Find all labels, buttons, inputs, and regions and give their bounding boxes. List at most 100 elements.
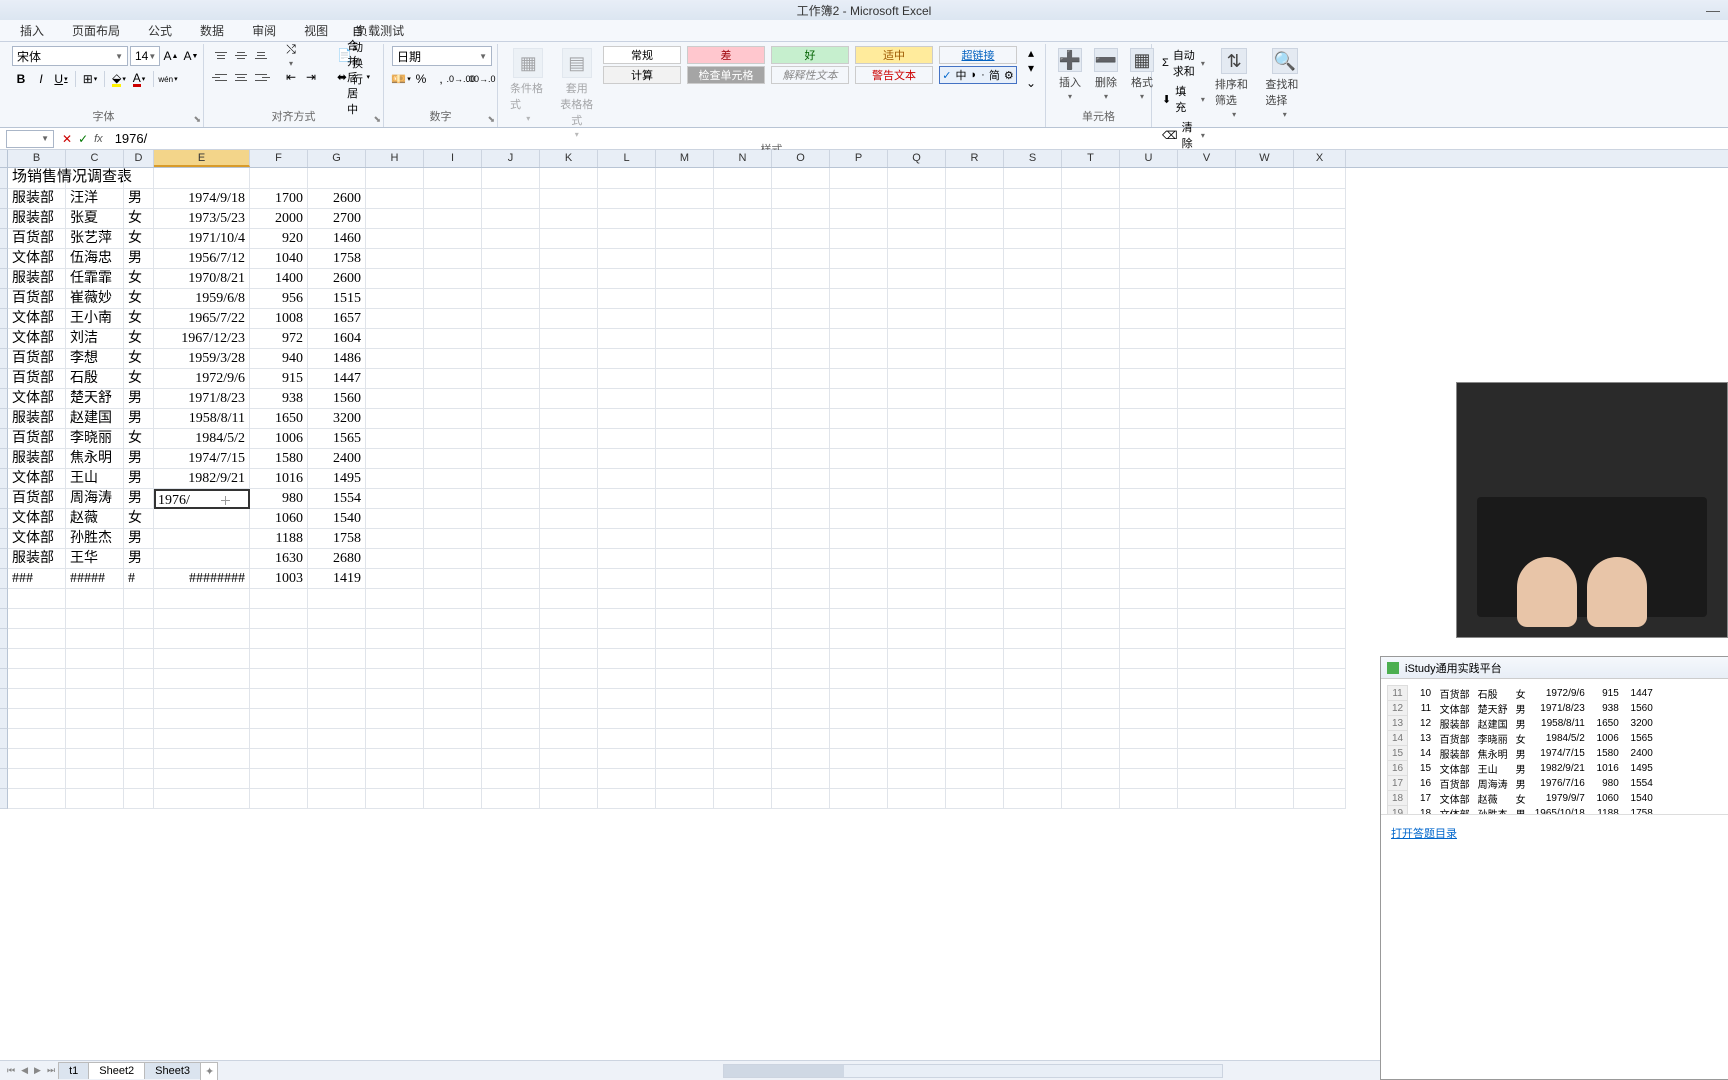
table-cell[interactable]: ###	[8, 569, 66, 589]
column-header-E[interactable]: E	[154, 150, 250, 167]
table-cell[interactable]	[540, 769, 598, 789]
table-cell[interactable]	[124, 649, 154, 669]
table-cell[interactable]	[598, 189, 656, 209]
table-cell[interactable]	[1062, 609, 1120, 629]
istudy-body[interactable]: 1110百货部石殷女1972/9/691514471211文体部楚天舒男1971…	[1381, 679, 1728, 815]
table-cell[interactable]	[656, 769, 714, 789]
table-cell[interactable]	[1294, 629, 1346, 649]
table-cell[interactable]	[1178, 349, 1236, 369]
table-cell[interactable]	[540, 669, 598, 689]
table-cell[interactable]	[1004, 589, 1062, 609]
table-cell[interactable]: 女	[124, 209, 154, 229]
style-explain[interactable]: 解释性文本	[771, 66, 849, 84]
table-cell[interactable]	[1120, 509, 1178, 529]
table-cell[interactable]	[366, 429, 424, 449]
table-cell[interactable]: 男	[124, 469, 154, 489]
table-cell[interactable]	[1062, 569, 1120, 589]
table-cell[interactable]	[772, 229, 830, 249]
column-header-F[interactable]: F	[250, 150, 308, 167]
table-cell[interactable]	[1120, 309, 1178, 329]
table-cell[interactable]: 百货部	[8, 229, 66, 249]
table-cell[interactable]	[8, 729, 66, 749]
table-cell[interactable]	[1294, 269, 1346, 289]
table-cell[interactable]	[154, 789, 250, 809]
table-cell[interactable]	[540, 309, 598, 329]
table-cell[interactable]	[482, 789, 540, 809]
table-cell[interactable]	[830, 649, 888, 669]
table-cell[interactable]	[714, 409, 772, 429]
table-cell[interactable]	[1120, 529, 1178, 549]
table-cell[interactable]	[714, 689, 772, 709]
table-cell[interactable]	[714, 589, 772, 609]
table-cell[interactable]	[888, 649, 946, 669]
table-cell[interactable]	[308, 729, 366, 749]
table-cell[interactable]	[1294, 709, 1346, 729]
table-cell[interactable]	[424, 189, 482, 209]
style-check[interactable]: 检查单元格	[687, 66, 765, 84]
column-header-X[interactable]: X	[1294, 150, 1346, 167]
table-cell[interactable]	[772, 529, 830, 549]
table-cell[interactable]	[366, 669, 424, 689]
table-cell[interactable]	[1004, 269, 1062, 289]
table-cell[interactable]	[424, 789, 482, 809]
table-cell[interactable]	[772, 389, 830, 409]
table-cell[interactable]	[1236, 369, 1294, 389]
column-header-O[interactable]: O	[772, 150, 830, 167]
table-cell[interactable]: 2400	[308, 449, 366, 469]
table-cell[interactable]	[714, 729, 772, 749]
table-cell[interactable]	[1062, 629, 1120, 649]
table-cell[interactable]	[946, 789, 1004, 809]
table-cell[interactable]: 1758	[308, 249, 366, 269]
table-cell[interactable]	[154, 689, 250, 709]
table-cell[interactable]	[656, 349, 714, 369]
table-cell[interactable]	[714, 289, 772, 309]
table-cell[interactable]	[1120, 189, 1178, 209]
table-cell[interactable]	[482, 389, 540, 409]
table-cell[interactable]	[424, 729, 482, 749]
table-cell[interactable]: 女	[124, 229, 154, 249]
table-cell[interactable]: 焦永明	[66, 449, 124, 469]
table-cell[interactable]	[250, 589, 308, 609]
table-cell[interactable]: 1515	[308, 289, 366, 309]
table-cell[interactable]	[424, 629, 482, 649]
table-cell[interactable]	[124, 629, 154, 649]
table-cell[interactable]	[830, 389, 888, 409]
table-cell[interactable]: 服装部	[8, 209, 66, 229]
table-cell[interactable]	[1294, 529, 1346, 549]
table-cell[interactable]	[714, 189, 772, 209]
table-cell[interactable]	[656, 449, 714, 469]
table-cell[interactable]	[598, 449, 656, 469]
table-cell[interactable]	[8, 609, 66, 629]
table-cell[interactable]	[1004, 409, 1062, 429]
column-header-N[interactable]: N	[714, 150, 772, 167]
table-cell[interactable]	[946, 409, 1004, 429]
table-cell[interactable]	[656, 249, 714, 269]
table-cell[interactable]: 文体部	[8, 329, 66, 349]
currency-button[interactable]: 💴▾	[392, 70, 410, 88]
column-header-K[interactable]: K	[540, 150, 598, 167]
table-cell[interactable]	[772, 669, 830, 689]
column-header-Q[interactable]: Q	[888, 150, 946, 167]
table-cell[interactable]	[124, 729, 154, 749]
table-cell[interactable]	[1062, 709, 1120, 729]
table-cell[interactable]	[714, 609, 772, 629]
column-header-J[interactable]: J	[482, 150, 540, 167]
table-cell[interactable]	[598, 609, 656, 629]
table-cell[interactable]	[830, 689, 888, 709]
align-bottom-icon[interactable]	[252, 46, 270, 64]
table-cell[interactable]	[772, 269, 830, 289]
table-cell[interactable]	[1120, 729, 1178, 749]
table-cell[interactable]	[888, 189, 946, 209]
table-cell[interactable]	[1236, 789, 1294, 809]
table-cell[interactable]	[1294, 769, 1346, 789]
table-cell[interactable]	[366, 529, 424, 549]
table-cell[interactable]	[888, 409, 946, 429]
table-cell[interactable]	[540, 709, 598, 729]
table-cell[interactable]	[540, 749, 598, 769]
table-cell[interactable]	[66, 749, 124, 769]
table-cell[interactable]	[1004, 749, 1062, 769]
style-more-icon[interactable]: ⌄	[1025, 76, 1037, 90]
column-header-T[interactable]: T	[1062, 150, 1120, 167]
table-cell[interactable]: 1006	[250, 429, 308, 449]
table-cell[interactable]	[482, 309, 540, 329]
